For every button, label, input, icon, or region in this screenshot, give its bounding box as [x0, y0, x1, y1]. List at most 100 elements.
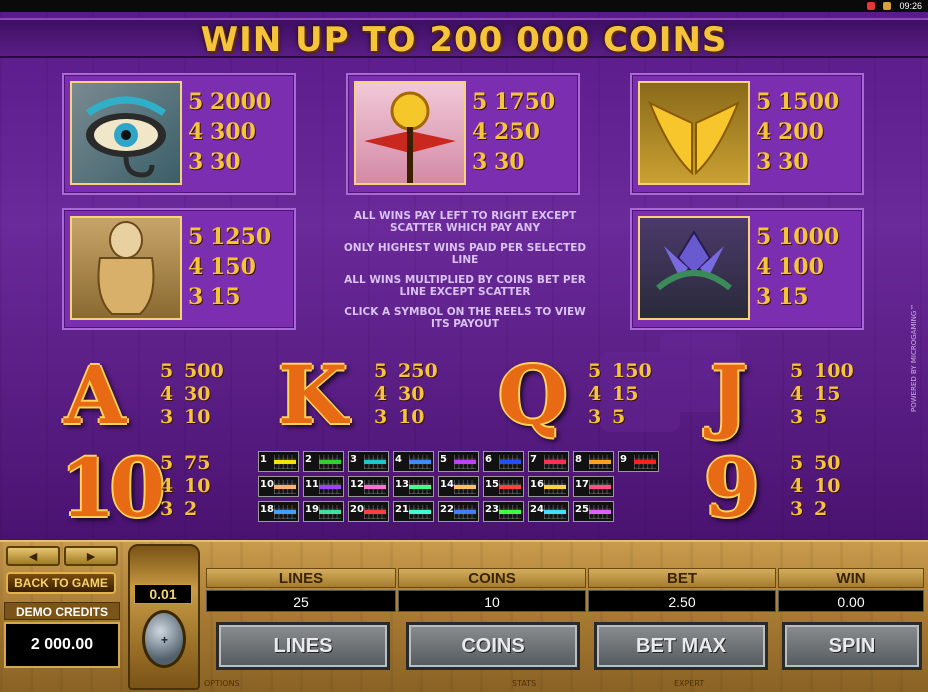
payline-number: 23 — [485, 504, 499, 515]
payline-number: 18 — [260, 504, 274, 515]
credits-value: 2 000.00 — [4, 622, 120, 668]
pay-value: 1250 — [210, 224, 272, 250]
payline-pattern-icon — [364, 505, 386, 519]
pay-value: 30 — [778, 149, 809, 175]
payline-3: 3 — [348, 451, 389, 472]
next-page-button[interactable]: ► — [64, 546, 118, 566]
pay-count: 5 — [790, 452, 804, 474]
payline-number: 13 — [395, 479, 409, 490]
payline-pattern-icon — [634, 455, 656, 469]
payline-number: 3 — [350, 454, 357, 465]
coin-value: 0.01 — [134, 584, 192, 604]
payline-pattern-icon — [544, 455, 566, 469]
payline-number: 16 — [530, 479, 544, 490]
pay-value: 150 — [612, 360, 652, 382]
payline-15: 15 — [483, 476, 524, 497]
coin-size-dial[interactable]: + — [142, 610, 186, 668]
payline-number: 20 — [350, 504, 364, 515]
card-pays-9: 5 50 4 10 32 — [790, 452, 840, 521]
expert-link[interactable]: EXPERT — [674, 679, 704, 688]
card-pays-A: 5 500 4 30 3 10 — [160, 360, 224, 429]
paytable: WIN UP TO 200 000 COINS 5 2000 4 300 3 30 — [0, 12, 928, 540]
pay-count: 5 — [188, 89, 204, 115]
card-letter-A: A — [64, 348, 127, 442]
payline-13: 13 — [393, 476, 434, 497]
pay-value: 75 — [184, 452, 211, 474]
bet-max-button[interactable]: BET MAX — [594, 622, 768, 670]
payline-20: 20 — [348, 501, 389, 522]
stats-link[interactable]: STATS — [512, 679, 536, 688]
coins-value: 10 — [398, 590, 586, 612]
prev-page-button[interactable]: ◄ — [6, 546, 60, 566]
pay-count: 4 — [790, 475, 804, 497]
pay-value: 2 — [184, 498, 198, 520]
payline-number: 15 — [485, 479, 499, 490]
pay-value: 5 — [814, 406, 828, 428]
pay-value: 1750 — [494, 89, 556, 115]
bet-label: BET — [588, 568, 776, 588]
payline-7: 7 — [528, 451, 569, 472]
payline-pattern-icon — [589, 505, 611, 519]
payline-18: 18 — [258, 501, 299, 522]
payline-14: 14 — [438, 476, 479, 497]
pay-value: 30 — [494, 149, 525, 175]
payline-number: 5 — [440, 454, 447, 465]
card-pays-10: 5 75 4 10 32 — [160, 452, 210, 521]
pay-count: 4 — [188, 254, 204, 280]
lines-button[interactable]: LINES — [216, 622, 390, 670]
payline-number: 21 — [395, 504, 409, 515]
payline-pattern-icon — [319, 455, 341, 469]
card-letter-J: J — [710, 348, 748, 442]
payline-pattern-icon — [274, 480, 296, 494]
pay-value: 150 — [210, 254, 256, 280]
payline-4: 4 — [393, 451, 434, 472]
payline-9: 9 — [618, 451, 659, 472]
paylines-grid: 1 2 3 4 5 6 7 8 9 10 11 12 13 14 15 16 17 18 19 20 21 22 23 24 2… — [258, 451, 668, 526]
pay-count: 3 — [472, 149, 488, 175]
card-letter-K: K — [278, 348, 348, 442]
pay-count: 4 — [374, 383, 388, 405]
payline-21: 21 — [393, 501, 434, 522]
payline-number: 24 — [530, 504, 544, 515]
payline-number: 9 — [620, 454, 627, 465]
card-pays-J: 5 100 4 15 35 — [790, 360, 854, 429]
payline-number: 1 — [260, 454, 267, 465]
pay-value: 100 — [814, 360, 854, 382]
sound-icon[interactable] — [883, 2, 892, 10]
payline-pattern-icon — [274, 455, 296, 469]
clock: 09:26 — [899, 1, 922, 11]
spin-button[interactable]: SPIN — [782, 622, 922, 670]
payline-pattern-icon — [499, 455, 521, 469]
plus-icon: + — [161, 633, 169, 647]
pay-count: 4 — [472, 119, 488, 145]
coins-button[interactable]: COINS — [406, 622, 580, 670]
coins-label: COINS — [398, 568, 586, 588]
symbol-panel-eye: 5 2000 4 300 3 30 — [62, 73, 296, 195]
lotus-symbol-icon — [638, 216, 750, 320]
payline-row: 10 11 12 13 14 15 16 17 — [258, 476, 668, 497]
payline-pattern-icon — [409, 505, 431, 519]
payline-row: 1 2 3 4 5 6 7 8 9 — [258, 451, 668, 472]
pay-value: 300 — [210, 119, 256, 145]
back-to-game-button[interactable]: BACK TO GAME — [6, 572, 116, 594]
pay-value: 500 — [184, 360, 224, 382]
payline-pattern-icon — [319, 480, 341, 494]
pay-value: 10 — [398, 406, 425, 428]
options-link[interactable]: OPTIONS — [204, 679, 240, 688]
symbol-panel-sun-disk: 5 1750 4 250 3 30 — [346, 73, 580, 195]
lines-label: LINES — [206, 568, 396, 588]
close-icon[interactable] — [867, 2, 876, 10]
payline-pattern-icon — [364, 480, 386, 494]
payline-pattern-icon — [544, 505, 566, 519]
symbol-panel-lotus: 5 1000 4 100 3 15 — [630, 208, 864, 330]
payline-row: 18 19 20 21 22 23 24 25 — [258, 501, 668, 522]
pay-value: 10 — [184, 475, 211, 497]
pay-value: 30 — [184, 383, 211, 405]
credits-label: DEMO CREDITS — [4, 602, 120, 620]
win-value: 0.00 — [778, 590, 924, 612]
rule-line: ONLY HIGHEST WINS PAID PER SELECTED LINE — [343, 242, 587, 266]
payline-number: 7 — [530, 454, 537, 465]
pay-count: 5 — [160, 360, 174, 382]
pay-count: 5 — [756, 224, 772, 250]
payline-pattern-icon — [409, 455, 431, 469]
